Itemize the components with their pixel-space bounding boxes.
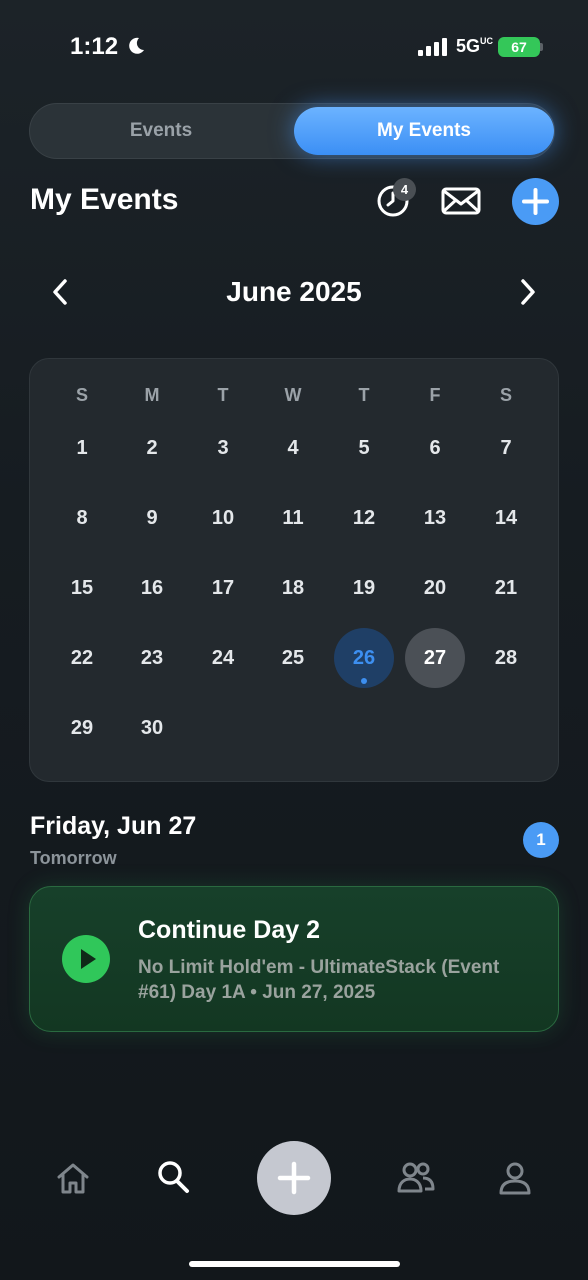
page-title: My Events xyxy=(30,183,179,216)
calendar-day-21[interactable]: 21 xyxy=(476,558,536,618)
status-time: 1:12 xyxy=(70,33,119,60)
signal-icon xyxy=(418,38,447,56)
event-title: Continue Day 2 xyxy=(138,916,320,944)
profile-icon[interactable] xyxy=(497,1160,533,1196)
next-month-button[interactable] xyxy=(512,276,542,308)
weekday-label: M xyxy=(144,385,160,405)
plus-icon xyxy=(522,188,549,215)
calendar-day-5[interactable]: 5 xyxy=(334,418,394,478)
calendar-day-7[interactable]: 7 xyxy=(476,418,536,478)
weekday-label: F xyxy=(429,385,441,405)
calendar-day-10[interactable]: 10 xyxy=(193,488,253,548)
calendar-day-15[interactable]: 15 xyxy=(52,558,112,618)
calendar-day-4[interactable]: 4 xyxy=(263,418,323,478)
calendar-day-14[interactable]: 14 xyxy=(476,488,536,548)
plus-icon xyxy=(277,1161,311,1195)
create-button[interactable] xyxy=(257,1141,331,1215)
calendar-day-20[interactable]: 20 xyxy=(405,558,465,618)
selected-day-subheading: Tomorrow xyxy=(30,848,117,868)
calendar-day-22[interactable]: 22 xyxy=(52,628,112,688)
battery-indicator: 67 xyxy=(498,37,540,57)
calendar-day-1[interactable]: 1 xyxy=(52,418,112,478)
calendar-day-25[interactable]: 25 xyxy=(263,628,323,688)
calendar-day-6[interactable]: 6 xyxy=(405,418,465,478)
calendar-day-8[interactable]: 8 xyxy=(52,488,112,548)
play-icon[interactable] xyxy=(62,935,110,983)
calendar-day-19[interactable]: 19 xyxy=(334,558,394,618)
calendar-day-11[interactable]: 11 xyxy=(263,488,323,548)
calendar-day-29[interactable]: 29 xyxy=(52,698,112,758)
calendar-day-9[interactable]: 9 xyxy=(122,488,182,548)
month-label: June 2025 xyxy=(226,276,362,307)
history-badge: 4 xyxy=(393,178,416,201)
event-count-badge: 1 xyxy=(523,822,559,858)
weekday-label: W xyxy=(284,385,302,405)
calendar-day-12[interactable]: 12 xyxy=(334,488,394,548)
play-triangle xyxy=(81,949,96,969)
weekday-label: T xyxy=(217,385,229,405)
weekday-label: T xyxy=(358,385,370,405)
calendar-day-16[interactable]: 16 xyxy=(122,558,182,618)
status-bar: 1:12 5GUC 67 xyxy=(0,0,588,96)
calendar-day-2[interactable]: 2 xyxy=(122,418,182,478)
weekday-label: S xyxy=(499,385,512,405)
tab-events[interactable]: Events xyxy=(30,104,292,158)
home-icon[interactable] xyxy=(55,1160,91,1196)
battery-tip xyxy=(540,43,543,51)
friends-icon[interactable] xyxy=(396,1160,436,1194)
calendar-day-3[interactable]: 3 xyxy=(193,418,253,478)
calendar-day-27[interactable]: 27 xyxy=(405,628,465,688)
home-indicator xyxy=(189,1261,400,1267)
search-icon[interactable] xyxy=(155,1158,191,1196)
add-event-button[interactable] xyxy=(512,178,559,225)
calendar-day-23[interactable]: 23 xyxy=(122,628,182,688)
calendar-day-28[interactable]: 28 xyxy=(476,628,536,688)
selected-day-heading: Friday, Jun 27 xyxy=(30,812,197,840)
today-indicator-dot xyxy=(361,678,367,684)
network-label: 5GUC xyxy=(456,36,494,56)
moon-icon xyxy=(129,37,144,54)
tab-my-events[interactable]: My Events xyxy=(294,107,554,155)
calendar-day-18[interactable]: 18 xyxy=(263,558,323,618)
calendar-day-30[interactable]: 30 xyxy=(122,698,182,758)
calendar-day-24[interactable]: 24 xyxy=(193,628,253,688)
weekday-label: S xyxy=(75,385,88,405)
calendar-day-13[interactable]: 13 xyxy=(405,488,465,548)
mail-icon[interactable] xyxy=(440,184,482,218)
event-description: No Limit Hold'em - UltimateStack (Event … xyxy=(138,957,500,1003)
calendar-day-17[interactable]: 17 xyxy=(193,558,253,618)
events-segmented-control: Events My Events xyxy=(29,103,555,159)
